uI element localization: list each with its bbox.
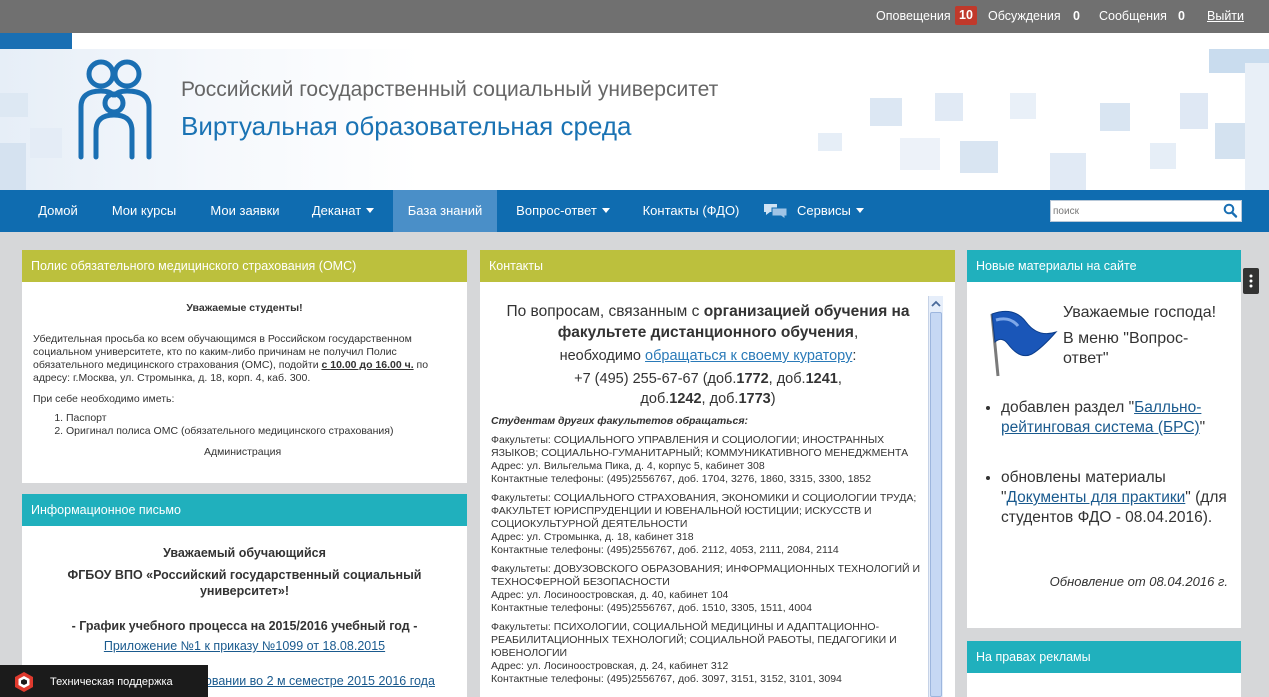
scrollbar-thumb[interactable] xyxy=(930,312,942,697)
university-name: Российский государственный социальный ун… xyxy=(181,78,719,101)
side-toggle-tab[interactable] xyxy=(1243,268,1259,294)
order-appendix-link[interactable]: Приложение №1 к приказу №1099 от 18.08.2… xyxy=(104,639,385,653)
other-students-label: Студентам других факультетов обращаться: xyxy=(491,415,749,427)
oms-panel: Полис обязательного медицинского страхов… xyxy=(22,250,467,483)
contact-group: Факультеты: СОЦИАЛЬНОГО СТРАХОВАНИЯ, ЭКО… xyxy=(491,492,925,557)
search-input[interactable] xyxy=(1053,203,1221,219)
contacts-scrollbar[interactable] xyxy=(928,296,943,697)
environment-name: Виртуальная образовательная среда xyxy=(181,111,632,141)
group-phones: Контактные телефоны: (495)2556767, доб. … xyxy=(491,473,872,485)
logout-link[interactable]: Выйти xyxy=(1207,9,1244,23)
search-icon[interactable] xyxy=(1223,203,1238,219)
contact-group: Факультеты: СОЦИАЛЬНОГО УПРАВЛЕНИЯ И СОЦ… xyxy=(491,434,925,486)
curator-link[interactable]: обращаться к своему куратору xyxy=(645,348,852,364)
nav-item-home[interactable]: Домой xyxy=(22,190,94,232)
contact-group: Факультеты: ДОВУЗОВСКОГО ОБРАЗОВАНИЯ; ИН… xyxy=(491,563,925,615)
list-item: добавлен раздел "Балльно-рейтинговая сис… xyxy=(1001,398,1231,438)
news-panel-title: Новые материалы на сайте xyxy=(967,250,1241,282)
oms-time: с 10.00 до 16.00 ч. xyxy=(321,359,414,371)
nav-item-knowledge-base[interactable]: База знаний xyxy=(393,190,497,232)
group-phones: Контактные телефоны: (495)2556767, доб. … xyxy=(491,544,839,556)
chat-bubbles-icon xyxy=(764,204,788,220)
group-faculties: Факультеты: СОЦИАЛЬНОГО СТРАХОВАНИЯ, ЭКО… xyxy=(491,492,917,530)
oms-signature: Администрация xyxy=(204,446,282,458)
discussions-count[interactable]: 0 xyxy=(1073,9,1080,23)
group-faculties: Факультеты: ПСИХОЛОГИИ, СОЦИАЛЬНОЙ МЕДИЦ… xyxy=(491,621,897,659)
contacts-phone: +7 (495) 255-67-67 (доб.1772, доб.1241, … xyxy=(574,371,842,407)
nav-item-my-requests[interactable]: Мои заявки xyxy=(195,190,295,232)
ads-panel: На правах рекламы xyxy=(967,641,1241,697)
nav-item-dean-office[interactable]: Деканат xyxy=(298,190,388,232)
search-box xyxy=(1050,200,1242,222)
dots-icon xyxy=(1249,274,1253,288)
oms-need-label: При себе необходимо иметь: xyxy=(33,393,175,405)
semester-link[interactable]: нировании во 2 м семестре 2015 2016 года xyxy=(184,674,435,688)
nav-item-contacts[interactable]: Контакты (ФДО) xyxy=(630,190,752,232)
group-faculties: Факультеты: ДОВУЗОВСКОГО ОБРАЗОВАНИЯ; ИН… xyxy=(491,563,921,588)
nav-item-services[interactable]: Сервисы xyxy=(762,190,870,232)
nav-item-qa[interactable]: Вопрос-ответ xyxy=(503,190,623,232)
contacts-need: необходимо обращаться к своему куратору: xyxy=(559,348,857,364)
header-accent-bar xyxy=(0,33,72,49)
alerts-count-badge[interactable]: 10 xyxy=(955,6,977,25)
group-address: Адрес: ул. Лосиноостровская, д. 24, каби… xyxy=(491,660,729,672)
group-address: Адрес: ул. Вильгельма Пика, д. 4, корпус… xyxy=(491,460,765,472)
support-label: Техническая поддержка xyxy=(50,676,173,688)
oms-list: Паспорт Оригинал полиса ОМС (обязательно… xyxy=(33,412,456,438)
letter-panel-title: Информационное письмо xyxy=(22,494,467,526)
discussions-link[interactable]: Обсуждения xyxy=(988,9,1061,23)
chevron-down-icon xyxy=(366,208,375,213)
oms-text: Убедительная просьба ко всем обучающимся… xyxy=(33,333,429,384)
letter-org: ФГБОУ ВПО «Российский государственный со… xyxy=(67,568,422,598)
letter-schedule: - График учебного процесса на 2015/2016 … xyxy=(71,619,418,633)
news-greeting: Уважаемые господа! xyxy=(1063,304,1217,321)
oms-panel-title: Полис обязательного медицинского страхов… xyxy=(22,250,467,282)
contacts-panel-title: Контакты xyxy=(480,250,955,282)
contacts-panel: Контакты По вопросам, связанным с органи… xyxy=(480,250,955,697)
site-header: Российский государственный социальный ун… xyxy=(0,33,1269,190)
oms-greeting: Уважаемые студенты! xyxy=(186,302,303,314)
contacts-intro: По вопросам, связанным с организацией об… xyxy=(506,303,910,341)
top-bar: Оповещения 10 Обсуждения 0 Сообщения 0 В… xyxy=(0,0,1269,33)
practice-docs-link[interactable]: Документы для практики xyxy=(1007,489,1186,506)
news-list: добавлен раздел "Балльно-рейтинговая сис… xyxy=(1001,398,1231,528)
contact-group: Факультеты: ПСИХОЛОГИИ, СОЦИАЛЬНОЙ МЕДИЦ… xyxy=(491,621,925,686)
nav-item-my-courses[interactable]: Мои курсы xyxy=(96,190,192,232)
group-phones: Контактные телефоны: (495)2556767, доб. … xyxy=(491,673,842,685)
messages-count[interactable]: 0 xyxy=(1178,9,1185,23)
list-item: Оригинал полиса ОМС (обязательного медиц… xyxy=(66,425,456,438)
support-hexagon-icon xyxy=(15,672,33,692)
group-address: Адрес: ул. Стромынка, д. 18, кабинет 318 xyxy=(491,531,694,543)
support-widget[interactable]: Техническая поддержка xyxy=(0,665,208,697)
letter-greeting: Уважаемый обучающийся xyxy=(163,546,326,560)
news-update: Обновление от 08.04.2016 г. xyxy=(1049,574,1228,589)
ads-panel-title: На правах рекламы xyxy=(967,641,1241,673)
group-address: Адрес: ул. Лосиноостровская, д. 40, каби… xyxy=(491,589,729,601)
chevron-up-icon[interactable] xyxy=(930,298,942,310)
chevron-down-icon xyxy=(601,208,610,213)
news-menu-text: В меню "Вопрос-ответ" xyxy=(1063,330,1189,367)
chevron-down-icon xyxy=(855,208,864,213)
family-logo-icon[interactable] xyxy=(74,57,156,161)
list-item: обновлены материалы "Документы для практ… xyxy=(1001,468,1231,528)
news-panel: Новые материалы на сайте Уважаемые госпо… xyxy=(967,250,1241,628)
list-item: Паспорт xyxy=(66,412,456,425)
alerts-link[interactable]: Оповещения xyxy=(876,9,951,23)
group-faculties: Факультеты: СОЦИАЛЬНОГО УПРАВЛЕНИЯ И СОЦ… xyxy=(491,434,909,459)
group-phones: Контактные телефоны: (495)2556767, доб. … xyxy=(491,602,812,614)
blue-flag-icon xyxy=(990,310,1058,377)
messages-link[interactable]: Сообщения xyxy=(1099,9,1167,23)
